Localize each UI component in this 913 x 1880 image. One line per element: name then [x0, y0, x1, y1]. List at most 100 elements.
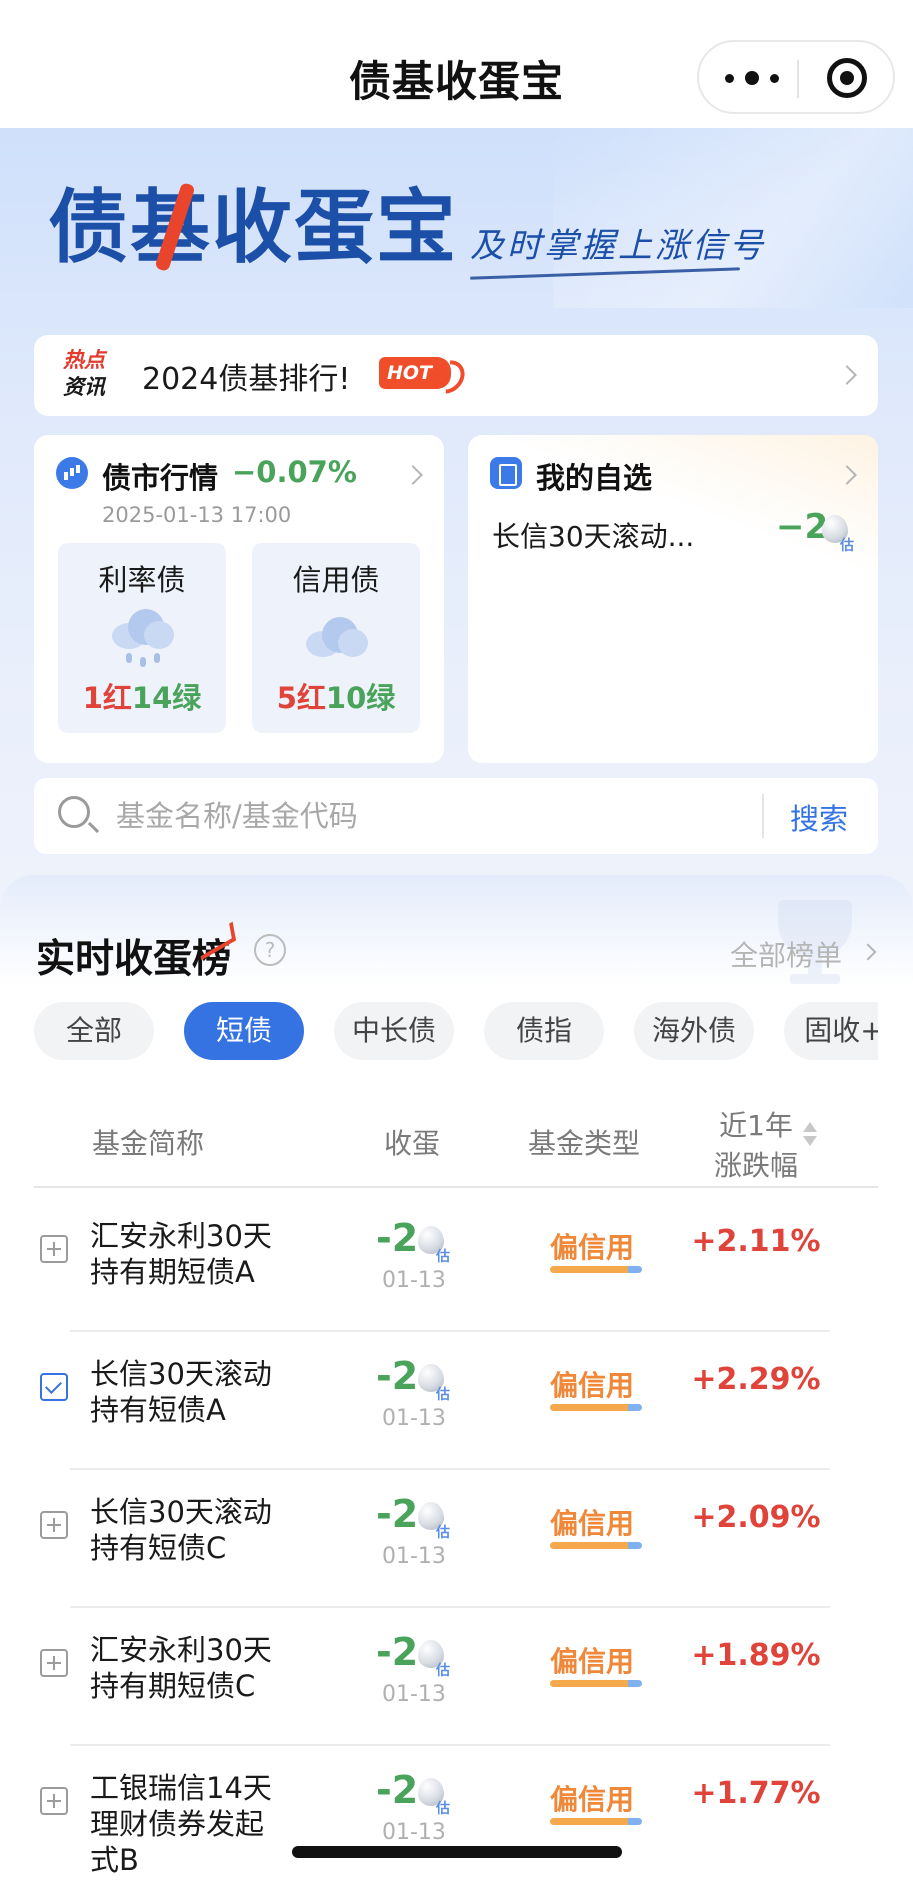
fund-type-bar	[550, 1404, 642, 1411]
egg-value: -2	[376, 1216, 419, 1260]
tab-short-bond[interactable]: 短债	[184, 1002, 304, 1060]
rate-bond-count: 1红14绿	[82, 681, 202, 715]
search-divider	[762, 794, 764, 838]
add-watchlist-icon[interactable]	[40, 1235, 68, 1263]
cloud-icon	[306, 617, 368, 657]
egg-value: -2	[376, 1630, 419, 1674]
bookmark-icon	[490, 457, 522, 489]
search-input[interactable]	[116, 792, 716, 840]
search-icon	[58, 796, 90, 828]
capsule-divider	[797, 60, 799, 98]
estimate-label: 估	[436, 1387, 450, 1403]
home-indicator[interactable]	[292, 1846, 622, 1858]
egg-date: 01-13	[382, 1682, 446, 1707]
estimate-label: 估	[436, 1249, 450, 1265]
watchlist-card[interactable]: 我的自选 长信30天滚动... −2 估	[468, 435, 878, 763]
ranking-sheet: 实时收蛋榜 ? 全部榜单 全部 短债 中长债 债指 海外债 固收+ 基金简称 收…	[0, 876, 913, 1880]
close-target-icon[interactable]	[827, 58, 867, 98]
banner-slogan: 及时掌握上涨信号	[470, 226, 766, 266]
tab-overseas-bond[interactable]: 海外债	[634, 1002, 754, 1060]
fund-search-bar: 搜索	[34, 778, 878, 854]
rate-bond-label: 利率债	[98, 563, 186, 597]
bar-chart-icon	[56, 457, 88, 489]
fund-type: 偏信用	[550, 1507, 635, 1540]
credit-bond-tile[interactable]: 信用债 5红10绿	[252, 543, 420, 733]
fund-name: 汇安永利30天 持有期短债A	[90, 1219, 272, 1289]
ranking-title: 实时收蛋榜	[36, 921, 236, 984]
chevron-right-icon	[403, 465, 423, 485]
add-watchlist-icon[interactable]	[40, 1649, 68, 1677]
hot-news-text: 2024债基排行!	[142, 362, 351, 397]
estimate-label: 估	[436, 1663, 450, 1679]
watchlist-title: 我的自选	[536, 461, 653, 495]
egg-date: 01-13	[382, 1268, 446, 1293]
egg-value: -2	[376, 1768, 419, 1812]
fund-type-bar	[550, 1818, 642, 1825]
egg-value: -2	[376, 1492, 419, 1536]
market-change: −0.07%	[232, 455, 357, 489]
fund-change: +1.77%	[691, 1776, 821, 1811]
fund-type: 偏信用	[550, 1369, 635, 1402]
table-row[interactable]: 汇安永利30天 持有期短债C -2 估 01-13 偏信用 +1.89%	[34, 1608, 878, 1746]
hot-news-tag: 热点 资讯	[63, 348, 105, 399]
mini-program-capsule	[697, 40, 895, 114]
market-card-title: 债市行情	[102, 461, 219, 495]
fund-type-bar	[550, 1680, 642, 1687]
help-icon[interactable]: ?	[254, 934, 286, 966]
rain-cloud-icon	[112, 609, 174, 649]
fund-name: 工银瑞信14天 理财债券发起 式B	[90, 1771, 272, 1877]
add-watchlist-icon[interactable]	[40, 1511, 68, 1539]
egg-date: 01-13	[382, 1544, 446, 1569]
fund-type: 偏信用	[550, 1645, 635, 1678]
credit-bond-count: 5红10绿	[276, 681, 396, 715]
add-watchlist-icon[interactable]	[40, 1787, 68, 1815]
col-1y-change[interactable]: 近1年 涨跌幅	[714, 1104, 798, 1184]
fund-name: 长信30天滚动 持有短债A	[90, 1357, 272, 1427]
fund-type: 偏信用	[550, 1783, 635, 1816]
fund-change: +2.29%	[691, 1362, 821, 1397]
egg-date: 01-13	[382, 1820, 446, 1845]
category-tabs: 全部 短债 中长债 债指 海外债 固收+	[34, 1002, 878, 1066]
egg-date: 01-13	[382, 1406, 446, 1431]
watchlist-fund-name[interactable]: 长信30天滚动...	[492, 515, 694, 555]
estimate-label: 估	[436, 1801, 450, 1817]
fund-type-bar	[550, 1542, 642, 1549]
market-timestamp: 2025-01-13 17:00	[102, 503, 292, 527]
estimate-label: 估	[840, 538, 854, 554]
tab-fixed-income-plus[interactable]: 固收+	[784, 1002, 878, 1060]
rate-bond-tile[interactable]: 利率债 1红14绿	[58, 543, 226, 733]
fund-name: 汇安永利30天 持有期短债C	[90, 1633, 272, 1703]
fund-change: +2.09%	[691, 1500, 821, 1535]
tab-mid-long-bond[interactable]: 中长债	[334, 1002, 454, 1060]
col-fund-name: 基金简称	[92, 1127, 205, 1160]
table-row[interactable]: 长信30天滚动 持有短债A -2 估 01-13 偏信用 +2.29%	[34, 1332, 878, 1470]
checked-watchlist-icon[interactable]	[40, 1373, 68, 1401]
chevron-right-icon	[837, 465, 857, 485]
hot-badge: HOT	[379, 357, 451, 389]
credit-bond-label: 信用债	[292, 563, 380, 597]
chevron-right-icon	[837, 365, 857, 385]
banner-logo: 债基收蛋宝	[48, 181, 458, 274]
search-button[interactable]: 搜索	[790, 796, 848, 838]
table-row[interactable]: 长信30天滚动 持有短债C -2 估 01-13 偏信用 +2.09%	[34, 1470, 878, 1608]
table-header: 基金简称 收蛋 基金类型 近1年 涨跌幅	[34, 1084, 878, 1188]
fund-type-bar	[550, 1266, 642, 1273]
col-eggs: 收蛋	[384, 1127, 441, 1160]
rain-drops-icon	[126, 653, 160, 669]
fund-name: 长信30天滚动 持有短债C	[90, 1495, 272, 1565]
egg-value: -2	[376, 1354, 419, 1398]
table-row[interactable]: 工银瑞信14天 理财债券发起 式B -2 估 01-13 偏信用 +1.77%	[34, 1746, 878, 1880]
sort-icon[interactable]	[802, 1122, 818, 1148]
all-rankings-link[interactable]: 全部榜单	[730, 934, 842, 974]
fund-change: +1.89%	[691, 1638, 821, 1673]
tab-all[interactable]: 全部	[34, 1002, 154, 1060]
more-options-icon[interactable]	[725, 60, 779, 96]
tab-bond-index[interactable]: 债指	[484, 1002, 604, 1060]
table-row[interactable]: 汇安永利30天 持有期短债A -2 估 01-13 偏信用 +2.11%	[34, 1194, 878, 1332]
top-nav-bar: 债基收蛋宝	[0, 0, 913, 128]
hot-news-bar[interactable]: 热点 资讯 2024债基排行! HOT	[34, 335, 878, 416]
bond-market-card[interactable]: 债市行情 −0.07% 2025-01-13 17:00 利率债 1红14绿 信…	[34, 435, 444, 763]
fund-change: +2.11%	[691, 1224, 821, 1259]
col-fund-type: 基金类型	[528, 1127, 641, 1160]
watchlist-egg-value: −2	[776, 507, 829, 547]
